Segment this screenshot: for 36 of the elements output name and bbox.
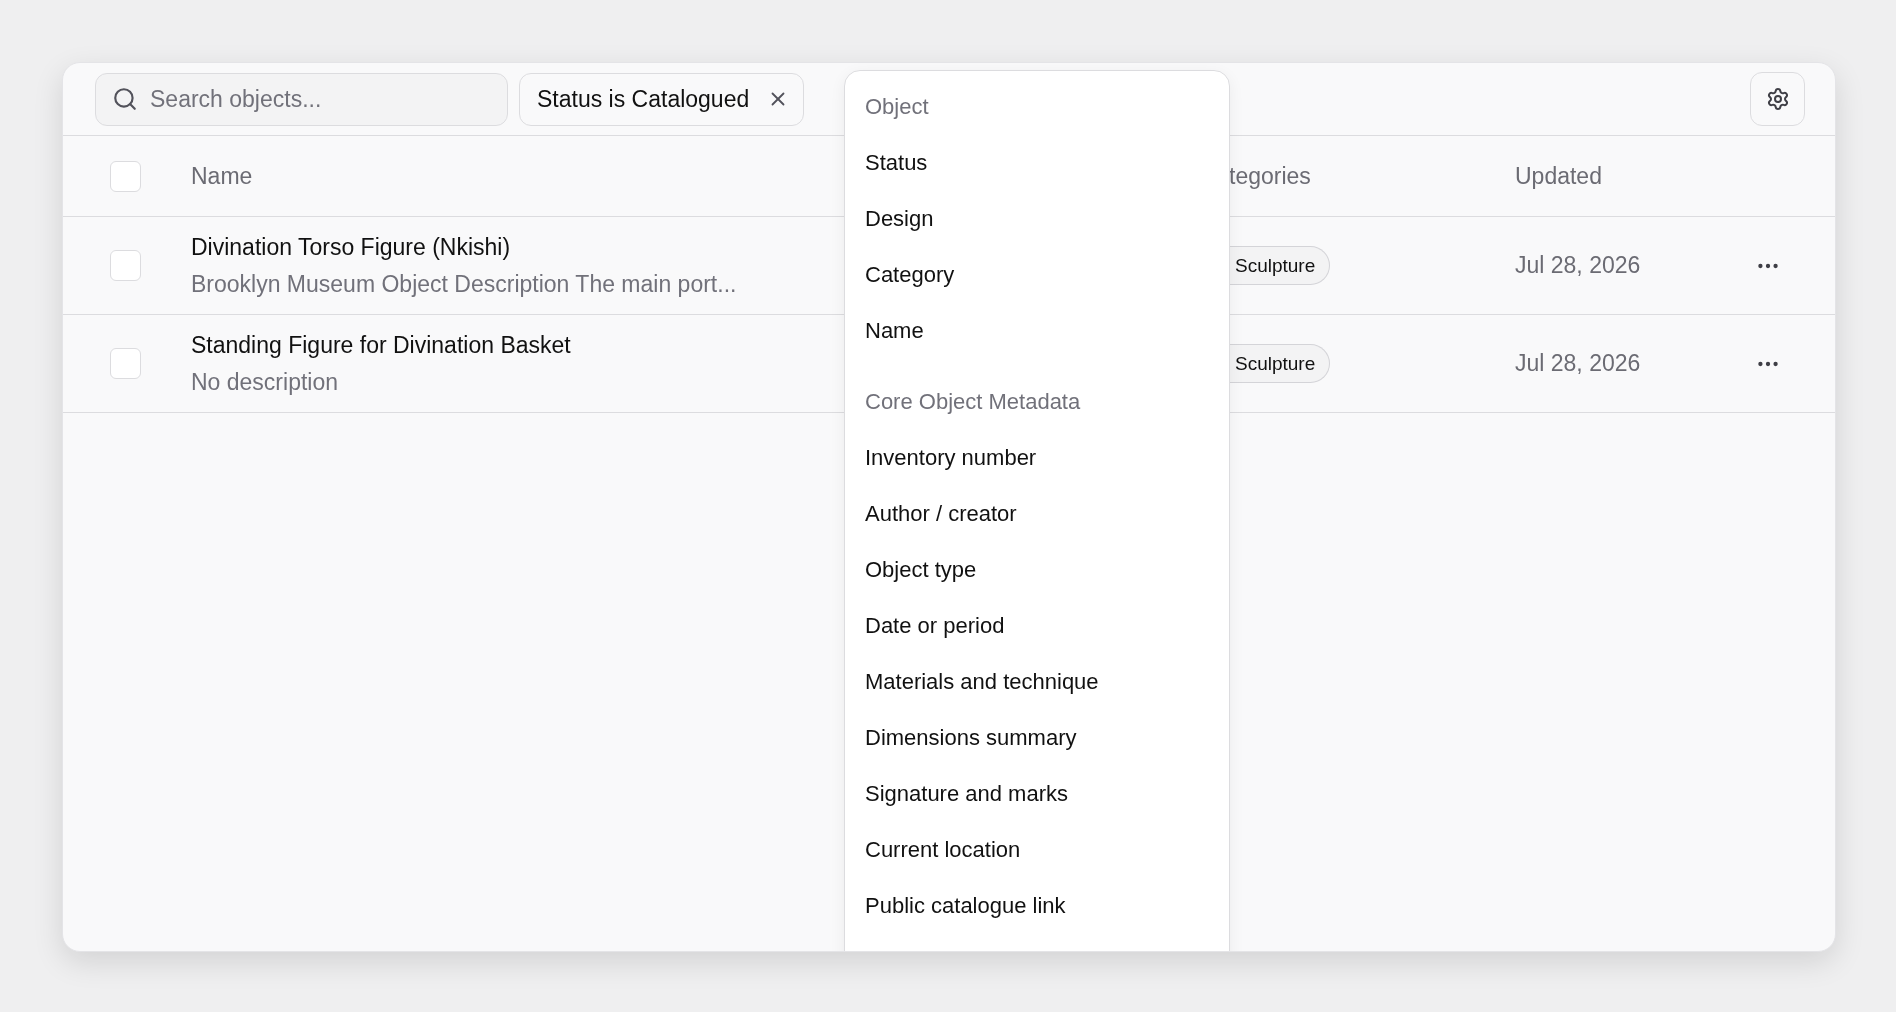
menu-item[interactable]: Object type — [865, 541, 1209, 597]
filter-label: Status is Catalogued — [537, 84, 750, 114]
menu-group-heading: Core Object Metadata — [865, 387, 1082, 416]
category-tag: Sculpture — [1229, 246, 1331, 285]
menu-item[interactable]: Design — [865, 190, 1209, 246]
search-field[interactable]: Search objects... — [95, 72, 508, 126]
column-header: tegories — [1229, 162, 1311, 189]
updated-date: Jul 28, 2026 — [1515, 251, 1641, 281]
menu-group-heading: Object — [865, 92, 930, 121]
menu-item[interactable]: Category — [865, 246, 1209, 302]
menu-item[interactable]: Current location — [865, 821, 1209, 877]
category-tag: Sculpture — [1229, 344, 1331, 383]
object-description: No description — [191, 367, 339, 397]
menu-item[interactable]: Inventory number — [865, 429, 1209, 485]
menu-item[interactable]: Public catalogue link — [865, 877, 1209, 933]
object-name: Standing Figure for Divination Basket — [191, 331, 571, 360]
menu-item[interactable]: Signature and marks — [865, 765, 1209, 821]
checkbox[interactable] — [110, 348, 141, 379]
settings-button[interactable] — [1750, 72, 1805, 126]
search-icon — [112, 86, 138, 112]
search-input[interactable]: Search objects... — [150, 81, 491, 117]
checkbox[interactable] — [110, 250, 141, 281]
menu-item[interactable]: Materials and technique — [865, 653, 1209, 709]
object-description: Brooklyn Museum Object Description The main port... — [191, 269, 737, 299]
menu-item[interactable]: Author / creator — [865, 485, 1209, 541]
object-name: Divination Torso Figure (Nkishi) — [191, 233, 511, 262]
menu-item[interactable]: Name — [865, 302, 1209, 358]
menu-item[interactable]: Date or period — [865, 597, 1209, 653]
column-header: Updated — [1515, 162, 1602, 189]
updated-date: Jul 28, 2026 — [1515, 349, 1641, 379]
column-header: Name — [191, 162, 253, 189]
gear-icon — [1765, 87, 1790, 111]
filter-chip[interactable]: Status is Catalogued — [519, 72, 805, 126]
checkbox[interactable] — [110, 160, 141, 192]
menu-item[interactable]: Status — [865, 134, 1209, 190]
menu-item[interactable]: Dimensions summary — [865, 709, 1209, 765]
